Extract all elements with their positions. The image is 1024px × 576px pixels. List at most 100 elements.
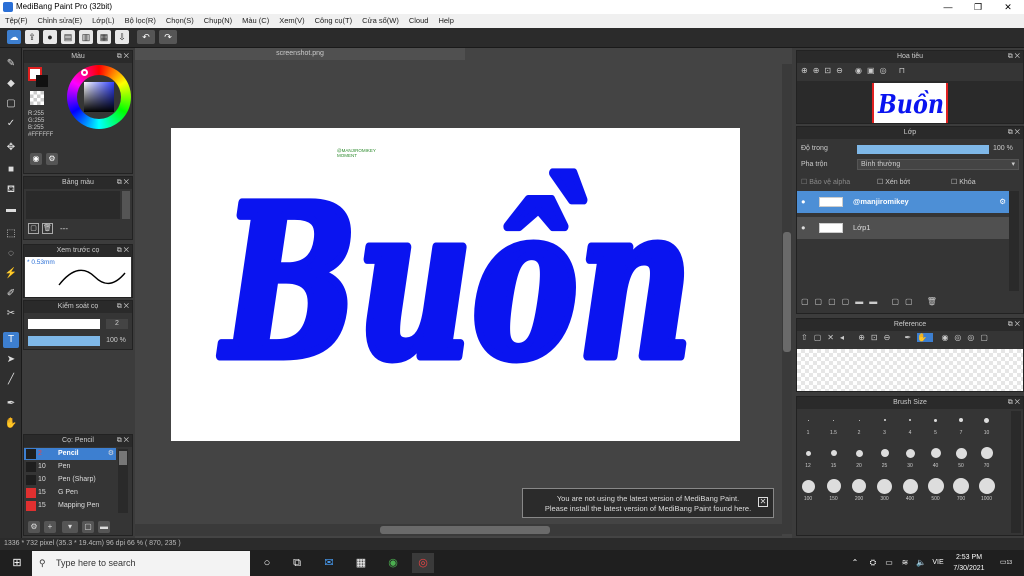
brush-size-option[interactable]: 7 (949, 408, 973, 438)
panel-close-icon[interactable]: ⧉ ✕ (117, 51, 129, 63)
brush-size-option[interactable]: 1.5 (822, 408, 846, 438)
taskbar-clock[interactable]: 2:53 PM 7/30/2021 (946, 551, 992, 575)
panel-close-icon[interactable]: ⧉ ✕ (1008, 319, 1020, 331)
color-settings-icon[interactable]: ⚙ (46, 153, 58, 165)
upload-icon[interactable]: ⇪ (25, 30, 39, 44)
mail-icon[interactable]: ✉ (318, 553, 340, 573)
horizontal-scroll-thumb[interactable] (380, 526, 550, 534)
gradient-tool-icon[interactable]: ▬ (3, 202, 19, 218)
cortana-icon[interactable]: ○ (256, 553, 278, 573)
lock-checkbox[interactable]: ☐ Khóa (951, 178, 976, 186)
wifi-icon[interactable]: ≋ (898, 553, 912, 573)
language-indicator[interactable]: VIE (930, 553, 946, 573)
panel-close-icon[interactable]: ⧉ ✕ (117, 301, 129, 313)
close-button[interactable]: ✕ (994, 0, 1022, 14)
menu-cloud[interactable]: Cloud (404, 14, 434, 28)
minimize-button[interactable]: — (934, 0, 962, 14)
menu-select[interactable]: Chọn(S) (161, 14, 199, 28)
message-icon[interactable]: ▤ (61, 30, 75, 44)
brush-size-option[interactable]: 70 (975, 441, 999, 471)
brush-size-option[interactable]: 150 (822, 474, 846, 504)
delete-palette-icon[interactable]: 🗑 (42, 223, 53, 234)
chrome-icon[interactable]: ◎ (412, 553, 434, 573)
brush-size-option[interactable]: 3 (873, 408, 897, 438)
brush-size-option[interactable]: 12 (796, 441, 820, 471)
fill-rect-tool-icon[interactable]: ■ (3, 162, 19, 178)
close-notification-icon[interactable]: ✕ (758, 497, 768, 507)
brush-size-option[interactable]: 25 (873, 441, 897, 471)
navigator-thumbnail[interactable]: Buồn (872, 83, 948, 123)
saturation-square[interactable] (84, 82, 114, 112)
brush-size-option[interactable]: 40 (924, 441, 948, 471)
brush-size-option[interactable]: 30 (898, 441, 922, 471)
move-tool-icon[interactable]: ✥ (3, 140, 19, 156)
notification-center-icon[interactable]: ▭13 (996, 553, 1016, 573)
panel-close-icon[interactable]: ⧉ ✕ (117, 245, 129, 257)
panel-close-icon[interactable]: ⧉ ✕ (1008, 127, 1020, 139)
brush-gear-icon[interactable]: ⚙ (108, 448, 114, 460)
brush-size-option[interactable]: 1 (796, 408, 820, 438)
hand-tool-icon[interactable]: ✋ (3, 416, 19, 432)
brush-size-option[interactable]: 200 (847, 474, 871, 504)
brush-size-slider[interactable] (28, 319, 100, 329)
blend-mode-select[interactable]: Bình thường ▾ (857, 159, 1019, 170)
battery-icon[interactable]: ▭ (882, 553, 896, 573)
menu-filter[interactable]: Bộ lọc(R) (120, 14, 161, 28)
brush-opacity-slider[interactable] (28, 336, 100, 346)
hue-wheel[interactable] (67, 65, 131, 129)
magic-wand-icon[interactable]: ⚡ (3, 266, 19, 282)
page-icon[interactable]: ▥ (79, 30, 93, 44)
select-pen-icon[interactable]: ✐ (3, 286, 19, 302)
taskbar-search-input[interactable]: ⚲ Type here to search (32, 551, 250, 576)
select-tool-icon[interactable]: ⬚ (3, 226, 19, 242)
canvas-tab[interactable]: screenshot.png (135, 48, 465, 60)
brush-item-pen-sharp[interactable]: 10 Pen (Sharp) (24, 474, 116, 486)
operation-tool-icon[interactable]: ➤ (3, 352, 19, 368)
navigator-toolbar[interactable]: ⊕⊕⊡⊖ ◉▣◎ ⊓ (801, 66, 951, 78)
windows-start-icon[interactable]: ⊞ (6, 553, 28, 573)
maximize-button[interactable]: ❐ (964, 0, 992, 14)
menu-help[interactable]: Help (433, 14, 458, 28)
reference-toolbar[interactable]: ⇧▢✕◂ ⊕⊡⊖ ✒✋ ◉◎◎▢ (801, 333, 1011, 347)
store-icon[interactable]: ▦ (350, 553, 372, 573)
bucket-tool-icon[interactable]: ⛾ (3, 182, 19, 198)
brush-size-option[interactable]: 1000 (975, 474, 999, 504)
color-picker-icon[interactable]: ◉ (30, 153, 42, 165)
brush-size-option[interactable]: 20 (847, 441, 871, 471)
brush-list-scrollbar[interactable] (118, 449, 128, 513)
select-eraser-icon[interactable]: ✂ (3, 306, 19, 322)
eraser-tool-icon[interactable]: ◆ (3, 76, 19, 92)
export-icon[interactable]: ⇩ (115, 30, 129, 44)
layer-toolbar[interactable]: ▢▢▢▢▬▬ ▢▢ 🗑 (801, 297, 961, 309)
lasso-tool-icon[interactable]: ◌ (3, 246, 19, 262)
brush-item-g-pen[interactable]: 15 G Pen (24, 487, 116, 499)
brush-size-option[interactable]: 15 (822, 441, 846, 471)
brush-size-option[interactable]: 100 (796, 474, 820, 504)
transparent-swatch[interactable] (30, 91, 44, 105)
comment-icon[interactable]: ● (43, 30, 57, 44)
tray-app-icon[interactable]: ⛭ (866, 553, 880, 573)
panel-close-icon[interactable]: ⧉ ✕ (1008, 397, 1020, 409)
brush-item-pencil[interactable]: 2 Pencil ⚙ (24, 448, 116, 460)
add-brush-icon[interactable]: + (44, 521, 56, 533)
brush-item-mapping-pen[interactable]: 15 Mapping Pen (24, 500, 116, 512)
visibility-icon[interactable]: ● (801, 191, 806, 213)
menu-color[interactable]: Màu (C) (237, 14, 274, 28)
brush-size-option[interactable]: 2 (847, 408, 871, 438)
secondary-color-swatch[interactable] (36, 75, 48, 87)
document-icon[interactable]: ▦ (97, 30, 111, 44)
menu-view[interactable]: Xem(V) (274, 14, 309, 28)
layer-opacity-slider[interactable] (857, 145, 989, 154)
brush-dropdown-icon[interactable]: ▾ (62, 521, 78, 533)
layer-row-manjiromikey[interactable]: ● @manjiromikey ⚙ (797, 191, 1009, 213)
menu-file[interactable]: Tệp(F) (0, 14, 33, 28)
panel-close-icon[interactable]: ⧉ ✕ (117, 177, 129, 189)
brush-item-pen[interactable]: 10 Pen (24, 461, 116, 473)
panel-close-icon[interactable]: ⧉ ✕ (117, 435, 129, 447)
menu-edit[interactable]: Chỉnh sửa(E) (33, 14, 88, 28)
brush-size-option[interactable]: 500 (924, 474, 948, 504)
undo-icon[interactable]: ↶ (137, 30, 155, 44)
clipping-checkbox[interactable]: ☐ Xén bớt (877, 178, 910, 186)
new-palette-icon[interactable]: ▢ (28, 223, 39, 234)
update-notification[interactable]: You are not using the latest version of … (522, 488, 774, 518)
